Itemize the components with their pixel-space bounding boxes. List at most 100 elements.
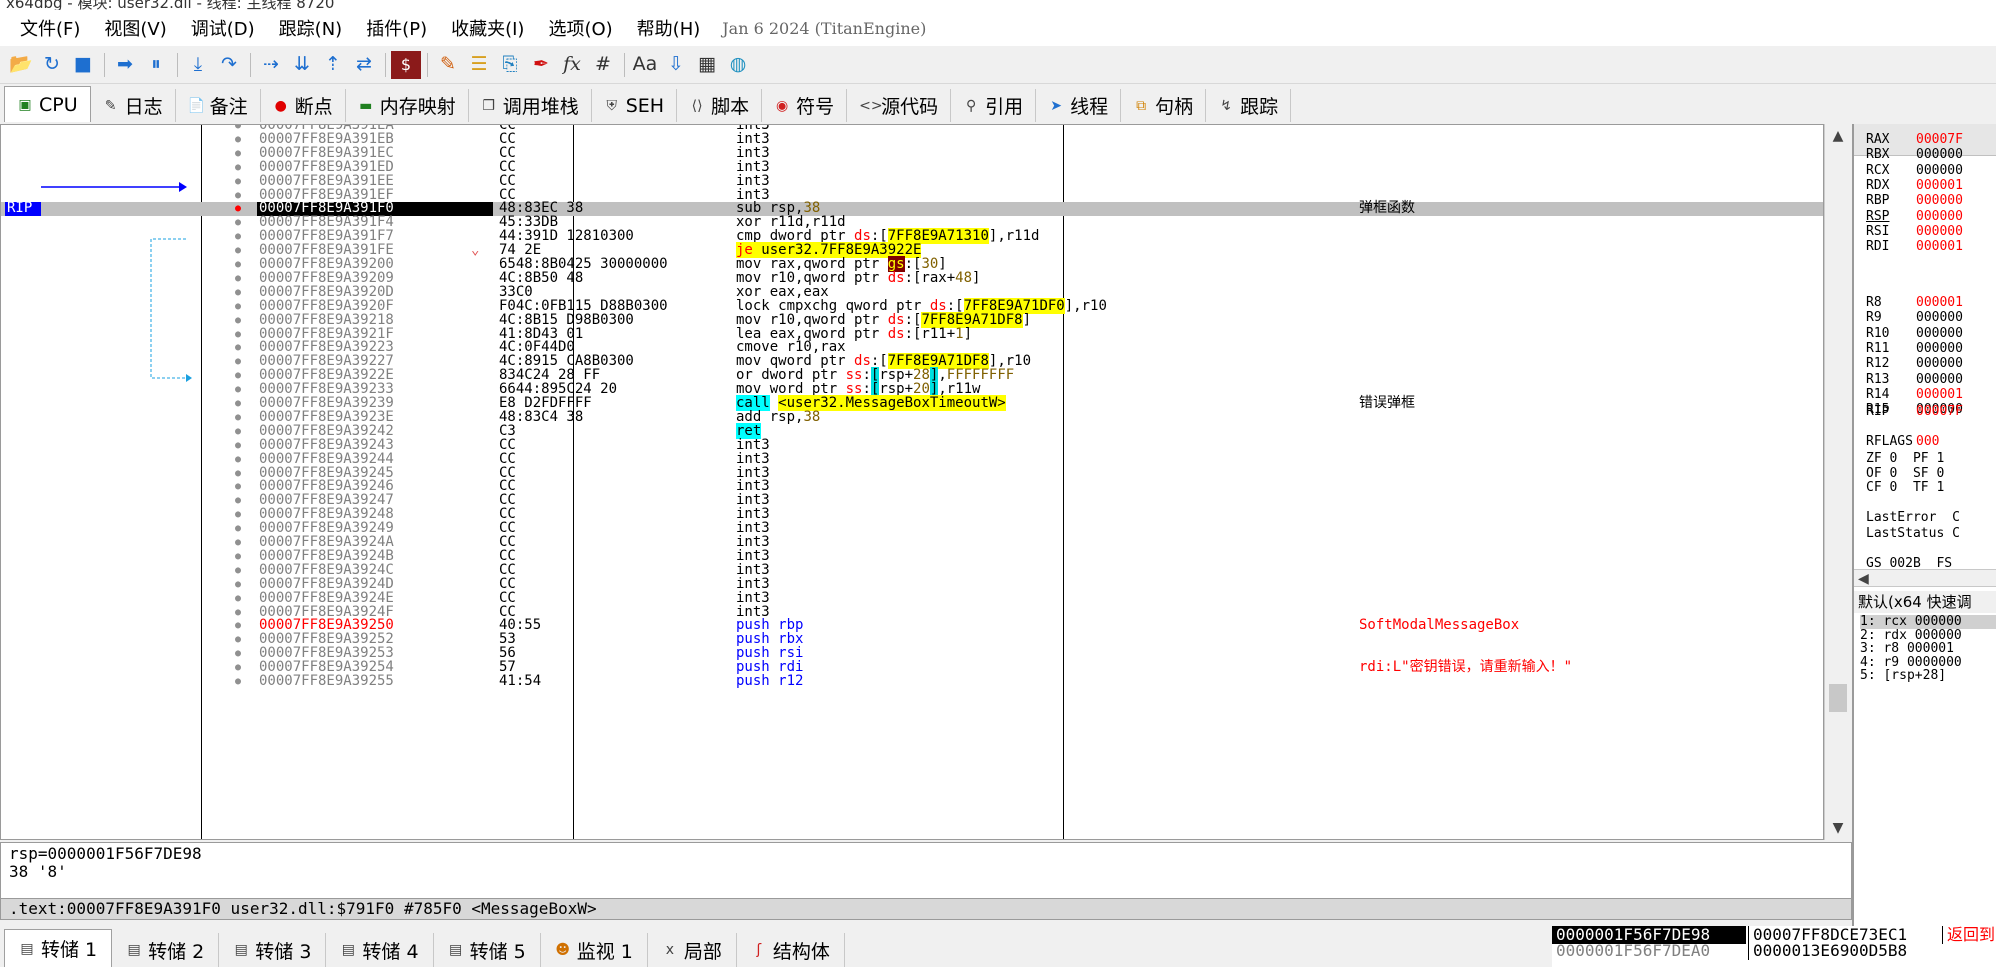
call-arg-row[interactable]: 1: rcx 000000 [1860,615,1996,629]
run-to-user-icon[interactable]: ⇢ [256,51,286,79]
breakpoint-dot-icon[interactable]: ● [235,355,245,369]
menu-item[interactable]: 插件(P) [354,15,439,41]
breakpoint-dot-icon[interactable]: ● [235,369,245,383]
tab-dump[interactable]: ▤ 转储 1 [4,929,113,967]
calculator-icon[interactable]: ▦ [692,51,722,79]
breakpoint-dot-icon[interactable]: ● [235,125,245,133]
breakpoint-dot-icon[interactable]: ● [235,508,245,522]
stack-row[interactable]: 0000001F56F7DEA0 0000013E6900D5B8 [1552,942,1996,960]
breakpoint-dot-icon[interactable]: ● [235,578,245,592]
tab-dump[interactable]: ▤ 转储 2 [112,933,220,967]
tab-script-tab[interactable]: ⟨⟩ 脚本 [677,89,763,122]
breakpoint-dot-icon[interactable]: ● [235,411,245,425]
breakpoint-dot-icon[interactable]: ● [235,439,245,453]
label-icon[interactable]: ⎘ [495,51,525,79]
tab-locals[interactable]: x 局部 [648,933,737,967]
breakpoint-dot-icon[interactable]: ● [235,189,245,203]
tab-trace[interactable]: ↯ 跟踪 [1206,89,1292,122]
font-icon[interactable]: Aa [630,51,660,79]
menu-item[interactable]: 文件(F) [8,15,92,41]
breakpoint-dot-icon[interactable]: ● [235,675,245,689]
bookmark-icon[interactable]: ✒ [526,51,556,79]
breakpoint-dot-icon[interactable]: ● [235,480,245,494]
register-rdi[interactable]: RDI 000001 [1854,239,1996,258]
breakpoint-dot-icon[interactable]: ● [235,328,245,342]
tab-symbols[interactable]: ◉ 符号 [762,89,848,122]
breakpoint-dot-icon[interactable]: ● [235,133,245,147]
menu-item[interactable]: 调试(D) [179,15,267,41]
breakpoint-dot-icon[interactable]: ● [235,647,245,661]
stop-icon[interactable]: ■ [68,51,98,79]
breakpoint-dot-icon[interactable]: ● [235,619,245,633]
trace-into-icon[interactable]: ⇊ [287,51,317,79]
instruction-text[interactable]: push r12 [736,674,803,689]
tab-handles[interactable]: ⧉ 句柄 [1121,89,1207,122]
breakpoint-dot-icon[interactable]: ● [235,383,245,397]
comment-icon[interactable]: ☰ [464,51,494,79]
breakpoint-dot-icon[interactable]: ● [235,425,245,439]
attach-icon[interactable]: ⇩ [661,51,691,79]
breakpoint-dot-icon[interactable]: ● [235,592,245,606]
world-icon[interactable]: ◍ [723,51,753,79]
breakpoint-dot-icon[interactable]: ● [235,467,245,481]
breakpoint-dot-icon[interactable]: ● [235,606,245,620]
tab-references[interactable]: ⚲ 引用 [951,89,1037,122]
scroll-up-icon[interactable]: ▲ [1825,124,1851,148]
call-arg-row[interactable]: 5: [rsp+28] [1860,669,1996,683]
breakpoint-dot-icon[interactable]: ● [235,216,245,230]
menu-item[interactable]: 帮助(H) [625,15,713,41]
open-icon[interactable]: 📂 [6,51,36,79]
breakpoint-dot-icon[interactable]: ● [235,161,245,175]
breakpoint-dot-icon[interactable]: ● [235,244,245,258]
register-rip[interactable]: RIP 00007F [1854,404,1996,423]
animate-icon[interactable]: ⇄ [349,51,379,79]
breakpoint-dot-icon[interactable]: ● [235,258,245,272]
step-over-icon[interactable]: ↷ [214,51,244,79]
tab-dump[interactable]: ▤ 转储 5 [434,933,541,967]
disasm-row[interactable]: ● 00007FF8E9A39255 41:54 push r12 [1,674,1823,689]
pause-icon[interactable]: ⏸ [141,51,171,79]
call-arg-row[interactable]: 2: rdx 000000 [1860,628,1996,643]
breakpoint-dot-icon[interactable]: ● [235,230,245,244]
scroll-left-icon[interactable]: ◀ [1858,571,1869,587]
call-arg-row[interactable]: 3: r8 000001 [1860,642,1996,656]
breakpoint-dot-icon[interactable]: ● [235,300,245,314]
tab-notes[interactable]: 📄 备注 [176,89,261,122]
breakpoint-dot-icon[interactable]: ● [235,494,245,508]
breakpoint-dot-icon[interactable]: ● [235,147,245,161]
tab-dump[interactable]: ▤ 转储 4 [326,933,434,967]
call-arg-row[interactable]: 4: r9 0000000 [1860,655,1996,670]
tab-memory-map[interactable]: ▬ 内存映射 [346,89,469,122]
menu-item[interactable]: 视图(V) [92,15,178,41]
breakpoint-dot-icon[interactable]: ● [235,314,245,328]
tab-threads[interactable]: ➤ 线程 [1036,89,1122,122]
breakpoint-dot-icon[interactable]: ● [235,286,245,300]
breakpoint-dot-icon[interactable]: ● [235,202,245,216]
breakpoint-dot-icon[interactable]: ● [235,564,245,578]
menu-item[interactable]: 跟踪(N) [267,15,355,41]
tab-struct[interactable]: ʃ 结构体 [737,933,845,967]
scroll-thumb[interactable] [1829,684,1847,712]
tab-watch[interactable]: ☻ 监视 1 [541,933,648,967]
tab-cpu[interactable]: ▣ CPU [4,86,91,122]
scroll-down-icon[interactable]: ▼ [1825,816,1851,840]
breakpoint-dot-icon[interactable]: ● [235,550,245,564]
breakpoint-dot-icon[interactable]: ● [235,175,245,189]
registers-hscroll[interactable]: ◀ [1854,569,1996,587]
tab-dump[interactable]: ▤ 转储 3 [219,933,327,967]
instruction-address[interactable]: 00007FF8E9A39255 [257,674,493,689]
menu-item[interactable]: 收藏夹(I) [439,15,536,41]
tab-seh[interactable]: ⛨ SEH [592,89,678,122]
hash-icon[interactable]: # [588,51,618,79]
patch-icon[interactable]: ✎ [433,51,463,79]
breakpoint-dot-icon[interactable]: ● [235,453,245,467]
breakpoint-dot-icon[interactable]: ● [235,397,245,411]
flag-row[interactable]: OF 0 SF 0 [1866,466,1944,481]
flag-row[interactable]: ZF 0 PF 1 [1866,451,1944,466]
execute-till-return-icon[interactable]: ⇡ [318,51,348,79]
tab-source[interactable]: <> 源代码 [847,89,952,122]
breakpoint-dot-icon[interactable]: ● [235,341,245,355]
restart-icon[interactable]: ↻ [37,51,67,79]
tab-breakpoint[interactable]: ● 断点 [261,89,346,122]
tab-call-stack[interactable]: ❒ 调用堆栈 [469,89,592,122]
